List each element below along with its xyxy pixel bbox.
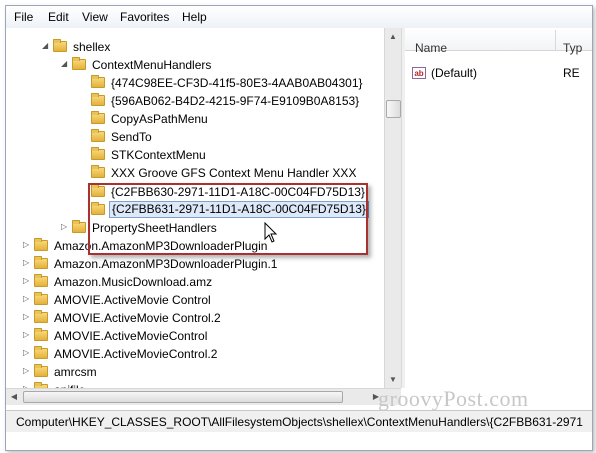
folder-icon: [91, 93, 105, 106]
column-divider[interactable]: [555, 30, 556, 50]
registry-editor-window: File Edit View Favorites Help ◢ shellex …: [5, 5, 593, 451]
tree-item-label: STKContextMenu: [111, 148, 206, 162]
expander-icon[interactable]: ▷: [23, 367, 31, 375]
tree-item-label: shellex: [73, 40, 111, 54]
expander-icon[interactable]: ◢: [61, 60, 69, 68]
value-type: RE: [563, 66, 580, 80]
folder-icon: [91, 75, 105, 88]
tree-item-label: Amazon.AmazonMP3DownloaderPlugin.1: [54, 257, 278, 271]
expander-icon[interactable]: ▷: [23, 331, 31, 339]
scroll-up-icon[interactable]: ▲: [385, 28, 401, 45]
value-name: (Default): [431, 66, 478, 80]
value-row-default[interactable]: ab (Default) RE: [405, 65, 592, 83]
folder-icon: [34, 328, 48, 341]
expander-icon[interactable]: ▷: [23, 241, 31, 249]
folder-icon: [34, 310, 48, 323]
expander-icon[interactable]: ◢: [42, 42, 50, 50]
menu-bar: File Edit View Favorites Help: [6, 6, 592, 29]
menu-help[interactable]: Help: [182, 10, 207, 24]
expander-icon[interactable]: ▷: [61, 223, 69, 231]
tree-item-label: AMOVIE.ActiveMovie Control: [54, 293, 211, 307]
folder-icon: [91, 165, 105, 178]
tree-item-label: XXX Groove GFS Context Menu Handler XXX: [111, 166, 357, 180]
tree-item-label: AMOVIE.ActiveMovieControl: [54, 329, 208, 343]
tree-item-label: Amazon.MusicDownload.amz: [54, 275, 213, 289]
tree-item-label: amrcsm: [54, 365, 97, 379]
expander-icon[interactable]: ▷: [23, 259, 31, 267]
expander-icon[interactable]: ▷: [23, 277, 31, 285]
menu-favorites[interactable]: Favorites: [120, 10, 169, 24]
folder-icon: [91, 129, 105, 142]
tree-item-label: CopyAsPathMenu: [111, 112, 208, 126]
status-bar-path: Computer\HKEY_CLASSES_ROOT\AllFilesystem…: [6, 410, 592, 432]
folder-icon: [34, 238, 48, 251]
scroll-thumb[interactable]: [23, 391, 343, 403]
folder-icon: [34, 364, 48, 377]
tree-vertical-scrollbar[interactable]: ▲ ▼: [384, 28, 401, 388]
values-list[interactable]: Name Typ ab (Default) RE: [405, 28, 592, 388]
menu-edit[interactable]: Edit: [48, 10, 69, 24]
expander-icon[interactable]: ▷: [23, 295, 31, 303]
folder-icon: [72, 57, 86, 70]
tree-item-label: ContextMenuHandlers: [92, 58, 212, 72]
expander-icon[interactable]: ▷: [23, 349, 31, 357]
folder-icon: [34, 256, 48, 269]
tree-horizontal-scrollbar[interactable]: ◀ ▶: [6, 388, 401, 405]
folder-icon: [53, 39, 67, 52]
tree-item-label: {474C98EE-CF3D-41f5-80E3-4AAB0AB04301}: [111, 76, 363, 90]
folder-icon: [91, 147, 105, 160]
scroll-left-icon[interactable]: ◀: [6, 389, 22, 405]
folder-icon: [34, 292, 48, 305]
menu-file[interactable]: File: [14, 10, 33, 24]
mouse-cursor-icon: [264, 222, 278, 243]
expander-icon[interactable]: ▷: [23, 313, 31, 321]
menu-view[interactable]: View: [82, 10, 108, 24]
folder-icon: [72, 220, 86, 233]
column-header-name[interactable]: Name: [415, 41, 447, 55]
string-value-icon: ab: [412, 67, 426, 79]
folder-icon: [34, 274, 48, 287]
annotation-highlight-box: [88, 183, 368, 255]
scroll-thumb[interactable]: [386, 100, 401, 118]
tree-item-label: AMOVIE.ActiveMovie Control.2: [54, 311, 221, 325]
tree-item-label: AMOVIE.ActiveMovieControl.2: [54, 347, 218, 361]
watermark-logo: groovyPost.com: [378, 386, 529, 411]
folder-icon: [91, 111, 105, 124]
column-header-type[interactable]: Typ: [563, 41, 582, 55]
folder-icon: [34, 346, 48, 359]
values-header: Name Typ: [405, 28, 592, 55]
tree-item-label: SendTo: [111, 130, 152, 144]
tree-item-label: {596AB062-B4D2-4215-9F74-E9109B0A8153}: [111, 94, 360, 108]
